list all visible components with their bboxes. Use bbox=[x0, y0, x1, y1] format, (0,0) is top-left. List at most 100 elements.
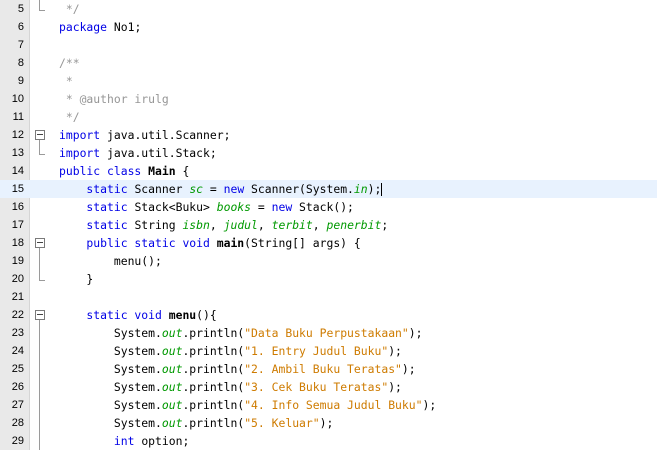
code-token: java.util.Stack; bbox=[107, 146, 217, 160]
code-line[interactable]: 12 import java.util.Scanner; bbox=[0, 126, 657, 144]
line-number: 27 bbox=[11, 399, 24, 411]
code-token: new bbox=[223, 182, 252, 196]
line-number: 28 bbox=[11, 417, 24, 429]
fold-end-icon bbox=[33, 0, 47, 18]
code-line[interactable]: 15 static Scanner sc = new Scanner(Syste… bbox=[0, 180, 657, 198]
code-line[interactable]: 7 bbox=[0, 36, 657, 54]
code-token: Main bbox=[148, 164, 176, 178]
code-line[interactable]: 18 public static void main(String[] args… bbox=[0, 234, 657, 252]
code-line[interactable]: 29 int option; bbox=[0, 432, 657, 450]
code-token: Scanner(System. bbox=[251, 182, 354, 196]
fold-collapse-icon[interactable] bbox=[33, 126, 47, 144]
code-token: System. bbox=[59, 326, 162, 340]
code-text: package No1; bbox=[59, 18, 141, 36]
code-line[interactable]: 22 static void menu(){ bbox=[0, 306, 657, 324]
code-token: .println( bbox=[182, 380, 245, 394]
code-text: menu(); bbox=[59, 252, 162, 270]
line-number: 15 bbox=[11, 183, 24, 195]
code-line[interactable]: 11 */ bbox=[0, 108, 657, 126]
code-token: java.util.Scanner; bbox=[107, 128, 231, 142]
code-text: static Scanner sc = new Scanner(System.i… bbox=[59, 180, 383, 198]
code-line[interactable]: 5 */ bbox=[0, 0, 657, 18]
code-text: static String isbn, judul, terbit, pener… bbox=[59, 216, 388, 234]
code-text: int option; bbox=[59, 432, 189, 450]
code-token: Stack<Buku> bbox=[134, 200, 217, 214]
code-token: terbit bbox=[271, 218, 313, 232]
code-area[interactable]: 5 */ 6 package No1; 7 8/** 9 * 10 * @author ir… bbox=[0, 0, 657, 450]
line-number: 25 bbox=[11, 363, 24, 375]
fold-guide-icon bbox=[33, 378, 47, 396]
code-token: option; bbox=[141, 434, 190, 448]
code-token: { bbox=[175, 164, 190, 178]
code-token: = bbox=[251, 200, 272, 214]
code-token: System. bbox=[59, 362, 162, 376]
code-token: "2. Ambil Buku Teratas" bbox=[244, 362, 402, 376]
fold-collapse-icon[interactable] bbox=[33, 234, 47, 252]
code-text: static void menu(){ bbox=[59, 306, 217, 324]
code-token: penerbit bbox=[326, 218, 382, 232]
code-text: public static void main(String[] args) { bbox=[59, 234, 360, 252]
code-token: "Data Buku Perpustakaan" bbox=[244, 326, 409, 340]
code-line[interactable]: 13 import java.util.Stack; bbox=[0, 144, 657, 162]
code-token: /** bbox=[59, 56, 80, 70]
code-text: System.out.println("Data Buku Perpustaka… bbox=[59, 324, 423, 342]
code-line[interactable]: 25 System.out.println("2. Ambil Buku Ter… bbox=[0, 360, 657, 378]
code-line[interactable]: 24 System.out.println("1. Entry Judul Bu… bbox=[0, 342, 657, 360]
fold-guide-icon bbox=[33, 432, 47, 450]
code-text: import java.util.Stack; bbox=[59, 144, 217, 162]
code-line[interactable]: 28 System.out.println("5. Keluar"); bbox=[0, 414, 657, 432]
code-line[interactable]: 9 * bbox=[0, 72, 657, 90]
code-line[interactable]: 19 menu(); bbox=[0, 252, 657, 270]
fold-guide-icon bbox=[33, 396, 47, 414]
line-number: 17 bbox=[11, 219, 24, 231]
code-token: public class bbox=[59, 164, 149, 178]
line-number: 7 bbox=[17, 39, 24, 51]
code-text: /** bbox=[59, 54, 80, 72]
code-token: .println( bbox=[182, 326, 245, 340]
code-token: (){ bbox=[196, 308, 217, 322]
code-line[interactable]: 23 System.out.println("Data Buku Perpust… bbox=[0, 324, 657, 342]
code-line[interactable]: 6 package No1; bbox=[0, 18, 657, 36]
code-editor[interactable]: 5 */ 6 package No1; 7 8/** 9 * 10 * @author ir… bbox=[0, 0, 657, 450]
code-token: Stack(); bbox=[299, 200, 354, 214]
code-token: int bbox=[113, 434, 142, 448]
line-number: 5 bbox=[17, 3, 24, 15]
code-token: * bbox=[59, 74, 73, 88]
code-token: ); bbox=[388, 344, 402, 358]
code-line[interactable]: 26 System.out.println("3. Cek Buku Terat… bbox=[0, 378, 657, 396]
code-token: out bbox=[161, 380, 183, 394]
code-token: sc bbox=[189, 182, 204, 196]
code-line[interactable]: 16 static Stack<Buku> books = new Stack(… bbox=[0, 198, 657, 216]
code-line[interactable]: 14 public class Main { bbox=[0, 162, 657, 180]
code-text: * bbox=[59, 72, 73, 90]
fold-end-icon bbox=[33, 144, 47, 162]
code-token: System. bbox=[59, 380, 162, 394]
code-token: Scanner bbox=[134, 182, 190, 196]
code-token: "3. Cek Buku Teratas" bbox=[244, 380, 389, 394]
code-line[interactable]: 10 * @author irulg bbox=[0, 90, 657, 108]
line-number: 6 bbox=[17, 21, 24, 33]
code-line[interactable]: 17 static String isbn, judul, terbit, pe… bbox=[0, 216, 657, 234]
line-number: 29 bbox=[11, 435, 24, 447]
code-token: .println( bbox=[182, 416, 245, 430]
line-number: 23 bbox=[11, 327, 24, 339]
line-number: 12 bbox=[11, 129, 24, 141]
code-text: */ bbox=[59, 108, 80, 126]
code-token: , bbox=[257, 218, 272, 232]
code-line[interactable]: 27 System.out.println("4. Info Semua Jud… bbox=[0, 396, 657, 414]
fold-guide-icon bbox=[33, 360, 47, 378]
code-text: public class Main { bbox=[59, 162, 189, 180]
line-number: 11 bbox=[12, 111, 24, 123]
fold-collapse-icon[interactable] bbox=[33, 306, 47, 324]
code-token: No1; bbox=[113, 20, 142, 34]
code-token: ; bbox=[381, 218, 389, 232]
code-token: .println( bbox=[182, 362, 245, 376]
code-line[interactable]: 8 /** bbox=[0, 54, 657, 72]
line-number: 20 bbox=[11, 273, 24, 285]
code-token: ); bbox=[319, 416, 334, 430]
line-number: 19 bbox=[11, 255, 24, 267]
code-line[interactable]: 20 } bbox=[0, 270, 657, 288]
code-line[interactable]: 21 bbox=[0, 288, 657, 306]
code-text: * @author irulg bbox=[59, 90, 169, 108]
